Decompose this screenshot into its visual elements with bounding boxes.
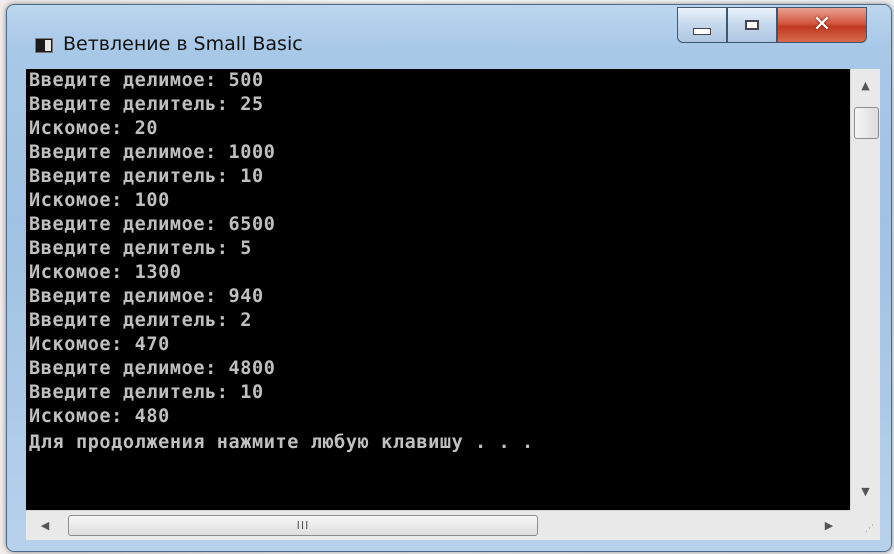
horizontal-scrollbar[interactable]: ◀ III ▶: [26, 510, 850, 540]
console-line: Введите делитель: 25: [29, 94, 264, 115]
scroll-left-button[interactable]: ◀: [32, 511, 58, 540]
console-line: Искомое: 100: [29, 190, 170, 211]
close-icon: ✕: [812, 12, 832, 37]
console-line: Введите делитель: 10: [29, 382, 264, 403]
grip-icon: III: [296, 519, 310, 532]
maximize-icon: [745, 20, 759, 30]
console-line: Искомое: 480: [29, 406, 170, 427]
close-button[interactable]: ✕: [777, 7, 867, 43]
vertical-scroll-thumb[interactable]: [854, 107, 879, 139]
scroll-up-button[interactable]: ▲: [851, 73, 880, 97]
window-title: Ветвление в Small Basic: [63, 33, 303, 55]
console-line: Введите делимое: 6500: [29, 214, 276, 235]
vertical-scrollbar[interactable]: ▲ ▼: [850, 69, 880, 510]
arrow-right-icon: ▶: [824, 519, 834, 532]
arrow-up-icon: ▲: [861, 78, 870, 92]
console-line: Искомое: 1300: [29, 262, 182, 283]
arrow-left-icon: ◀: [40, 519, 50, 532]
console-line: Введите делимое: 1000: [29, 142, 276, 163]
scroll-right-button[interactable]: ▶: [816, 511, 842, 540]
minimize-icon: [693, 27, 711, 35]
resize-grip-icon: ⋰: [865, 524, 874, 534]
scroll-down-button[interactable]: ▼: [851, 479, 880, 503]
console-output[interactable]: Введите делимое: 500 Введите делитель: 2…: [26, 69, 850, 510]
minimize-button[interactable]: [677, 7, 727, 43]
arrow-down-icon: ▼: [861, 484, 870, 498]
console-line: Введите делитель: 5: [29, 238, 253, 259]
horizontal-scroll-thumb[interactable]: III: [68, 515, 538, 536]
console-prompt-line: Для продолжения нажмите любую клавишу . …: [29, 432, 534, 453]
console-line: Искомое: 470: [29, 334, 170, 355]
resize-grip[interactable]: ⋰: [850, 510, 880, 540]
console-line: Введите делимое: 4800: [29, 358, 276, 379]
console-line: Введите делитель: 10: [29, 166, 264, 187]
console-window-icon[interactable]: [35, 38, 53, 53]
title-bar[interactable]: Ветвление в Small Basic ✕: [7, 5, 891, 65]
console-line: Введите делимое: 940: [29, 286, 264, 307]
maximize-button[interactable]: [727, 7, 777, 43]
console-line: Искомое: 20: [29, 118, 159, 139]
console-line: Введите делимое: 500: [29, 70, 264, 91]
console-line: Введите делитель: 2: [29, 310, 253, 331]
